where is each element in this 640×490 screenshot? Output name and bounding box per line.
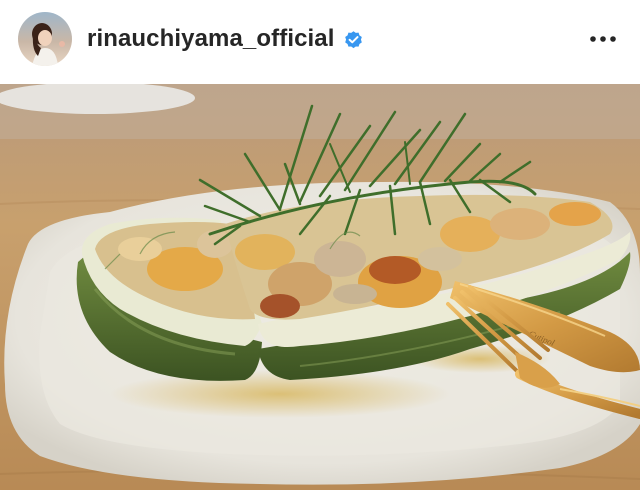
username-wrap: rinauchiyama_official	[87, 25, 364, 53]
username[interactable]: rinauchiyama_official	[87, 25, 335, 53]
verified-badge-icon	[344, 30, 362, 48]
more-options-icon	[590, 36, 616, 42]
post-header: rinauchiyama_official	[0, 0, 640, 78]
instagram-post: rinauchiyama_official Cutipol	[0, 0, 640, 490]
avatar[interactable]	[18, 12, 72, 66]
more-options-button[interactable]	[588, 27, 618, 51]
post-photo[interactable]: Cutipol	[0, 84, 640, 490]
food-photo: Cutipol	[0, 84, 640, 490]
